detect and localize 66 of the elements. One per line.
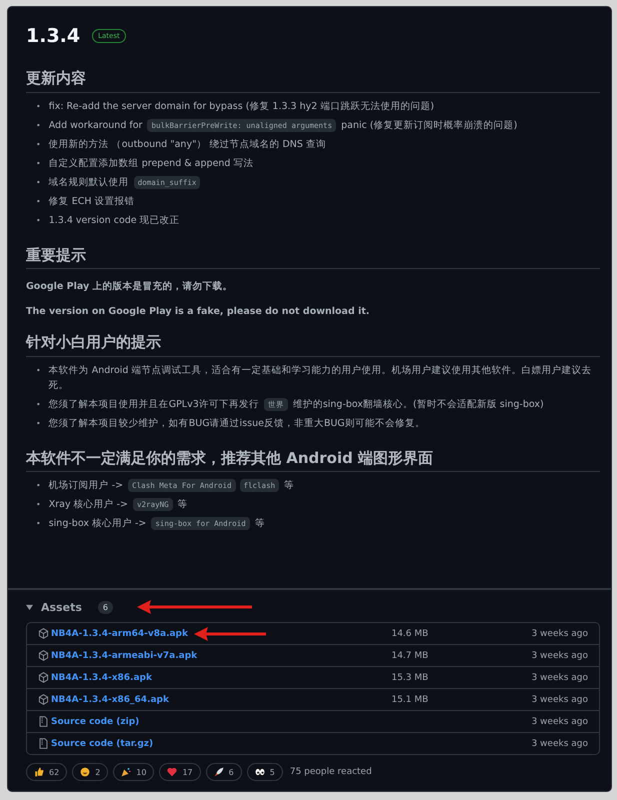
list-item: 自定义配置添加数组 prepend & append 写法 xyxy=(48,156,254,170)
section-heading: 更新内容 xyxy=(26,69,600,92)
file-size: 15.1 MB xyxy=(391,694,430,704)
reaction-button[interactable]: 6 xyxy=(206,763,242,781)
file-size: 15.3 MB xyxy=(391,672,430,682)
reaction-button[interactable]: 17 xyxy=(159,763,201,781)
reaction-button[interactable]: 10 xyxy=(113,763,154,781)
asset-link[interactable]: Source code (tar.gz) xyxy=(51,738,154,748)
upload-date: 3 weeks ago xyxy=(531,694,588,704)
reaction-button[interactable]: 62 xyxy=(26,763,68,781)
section-heading: 本软件不一定满足你的需求，推荐其他 Android 端图形界面 xyxy=(26,448,600,472)
file-size: 14.6 MB xyxy=(391,628,430,638)
list-item: 使用新的方法 （outbound "any"） 绕过节点域名的 DNS 查询 xyxy=(48,138,326,152)
heart-icon xyxy=(167,767,178,777)
list-bullet: • xyxy=(36,120,41,132)
reaction-button[interactable]: 5 xyxy=(246,763,283,781)
list-item: 您须了解本项目较少维护，如有BUG请通过issue反馈，非重大BUG则可能不会修复。 xyxy=(48,416,425,430)
caret-icon[interactable] xyxy=(26,604,33,610)
asset-link[interactable]: Source code (zip) xyxy=(51,716,140,726)
list-bullet: • xyxy=(36,480,41,492)
eyes-icon xyxy=(254,767,265,777)
zip-file-icon xyxy=(38,738,49,749)
upload-date: 3 weeks ago xyxy=(531,716,588,726)
asset-link[interactable]: NB4A-1.3.4-x86.apk xyxy=(51,672,152,682)
upload-date: 3 weeks ago xyxy=(531,650,588,660)
list-item: fix: Re-add the server domain for bypass (修复 1.3.3 hy2 端口跳跃无法使用的问题) xyxy=(48,100,434,114)
package-icon xyxy=(38,628,49,639)
arrow-annotation xyxy=(194,626,266,640)
upload-date: 3 weeks ago xyxy=(531,738,588,748)
section-heading: 重要提示 xyxy=(26,246,600,269)
list-item: 修复 ECH 设置报错 xyxy=(48,194,135,208)
asset-count: 6 xyxy=(98,600,113,614)
smiley-icon xyxy=(80,767,90,777)
upload-date: 3 weeks ago xyxy=(531,672,588,682)
asset-link[interactable]: NB4A-1.3.4-arm64-v8a.apk xyxy=(51,628,188,638)
list-bullet: • xyxy=(36,214,41,226)
notice-text: The version on Google Play is a fake, please do not download it. xyxy=(26,305,370,319)
file-size: 14.7 MB xyxy=(391,650,430,660)
reaction-summary: 75 people reacted xyxy=(290,767,372,777)
list-item: 本软件为 Android 端节点调试工具，适合有一定基础和学习能力的用户使用。机场用户建议使用其他软件。白嫖用户建议去死。 xyxy=(48,364,592,392)
list-bullet: • xyxy=(36,364,41,376)
list-bullet: • xyxy=(36,196,41,208)
package-icon xyxy=(38,672,49,683)
list-bullet: • xyxy=(36,158,41,170)
upload-date: 3 weeks ago xyxy=(531,628,588,638)
list-bullet: • xyxy=(36,100,41,112)
section-heading: 针对小白用户的提示 xyxy=(26,333,600,356)
asset-link[interactable]: NB4A-1.3.4-x86_64.apk xyxy=(51,694,169,704)
list-bullet: • xyxy=(36,499,41,511)
list-item: 1.3.4 version code 现已改正 xyxy=(48,214,180,228)
package-icon xyxy=(38,694,49,705)
reaction-button[interactable]: 2 xyxy=(72,763,108,781)
rocket-icon xyxy=(214,767,224,777)
zip-file-icon xyxy=(38,716,49,727)
list-bullet: • xyxy=(36,176,41,188)
list-bullet: • xyxy=(36,398,41,410)
thumbs-up-icon xyxy=(34,767,44,777)
release-title: 1.3.4 xyxy=(26,25,80,47)
list-bullet: • xyxy=(36,138,41,150)
list-bullet: • xyxy=(36,518,41,530)
asset-link[interactable]: NB4A-1.3.4-armeabi-v7a.apk xyxy=(51,650,198,660)
package-icon xyxy=(38,650,49,661)
assets-heading[interactable]: Assets xyxy=(41,600,82,614)
list-bullet: • xyxy=(36,418,41,430)
party-popper-icon xyxy=(121,767,132,777)
notice-text: Google Play 上的版本是冒充的，请勿下载。 xyxy=(26,280,234,294)
